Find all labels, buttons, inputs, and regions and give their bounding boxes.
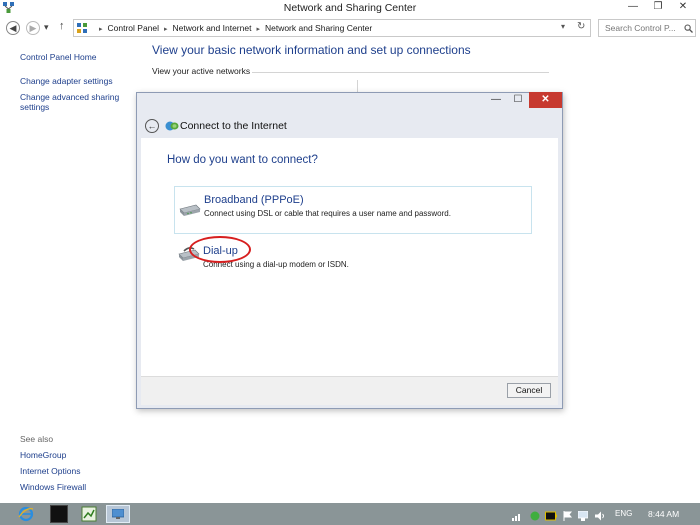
control-panel-home-link[interactable]: Control Panel Home — [20, 52, 97, 62]
dialog-close-button[interactable]: ✕ — [529, 92, 562, 108]
taskbar: ENG 8:44 AM — [0, 503, 700, 525]
internet-options-link[interactable]: Internet Options — [20, 466, 80, 476]
breadcrumb: ▸ Control Panel ▸ Network and Internet ▸ Netw… — [94, 23, 372, 33]
control-panel-icon — [112, 509, 124, 519]
globe-icon — [165, 121, 179, 131]
back-icon[interactable]: ◀ — [6, 21, 20, 35]
breadcrumb-separator: ▸ — [164, 26, 168, 33]
battery-icon[interactable] — [545, 511, 557, 521]
address-field[interactable]: ▸ Control Panel ▸ Network and Internet ▸ Netw… — [73, 19, 591, 37]
change-advanced-sharing-link[interactable]: Change advanced sharing settings — [20, 92, 132, 112]
control-panel-taskbar-button[interactable] — [106, 505, 130, 523]
action-center-icon[interactable] — [530, 511, 540, 521]
see-also-heading: See also — [20, 434, 54, 444]
breadcrumb-control-panel[interactable]: Control Panel — [108, 23, 160, 33]
flag-icon[interactable] — [563, 511, 573, 521]
change-adapter-settings-link[interactable]: Change adapter settings — [20, 76, 113, 86]
spreadsheet-icon[interactable] — [80, 505, 98, 523]
restore-button[interactable]: ❐ — [646, 0, 670, 16]
breadcrumb-network-sharing-center[interactable]: Network and Sharing Center — [265, 23, 372, 33]
highlight-annotation — [189, 236, 251, 263]
ie-icon[interactable] — [17, 505, 35, 523]
dialog-footer: Cancel — [141, 376, 558, 405]
window-title: Network and Sharing Center — [283, 2, 417, 14]
active-networks-heading: View your active networks — [152, 66, 251, 76]
address-dropdown-icon[interactable]: ▾ — [561, 22, 565, 31]
up-icon[interactable]: ↑ — [59, 20, 65, 32]
page-title: View your basic network information and … — [152, 43, 471, 57]
modem-icon — [179, 204, 201, 216]
title-bar: Network and Sharing Center — ❐ ✕ — [0, 0, 700, 17]
signal-icon[interactable] — [512, 511, 522, 521]
broadband-option-description: Connect using DSL or cable that requires… — [204, 209, 451, 218]
network-tray-icon[interactable] — [578, 511, 588, 521]
dialog-question: How do you want to connect? — [167, 154, 318, 166]
language-indicator[interactable]: ENG — [615, 509, 632, 518]
search-placeholder: Search Control P... — [605, 23, 676, 33]
forward-icon[interactable]: ▶ — [26, 21, 40, 35]
broadband-option-title: Broadband (PPPoE) — [204, 194, 304, 206]
homegroup-link[interactable]: HomeGroup — [20, 450, 66, 460]
recent-dropdown-icon[interactable]: ▾ — [44, 22, 49, 33]
section-divider — [252, 72, 549, 73]
breadcrumb-network-and-internet[interactable]: Network and Internet — [173, 23, 252, 33]
volume-icon[interactable] — [595, 511, 605, 521]
address-toolbar: ◀ ▶ ▾ ↑ ▸ Control Panel ▸ Network and Inter… — [0, 18, 700, 39]
breadcrumb-separator: ▸ — [99, 26, 103, 33]
close-button[interactable]: ✕ — [671, 0, 695, 16]
search-icon[interactable] — [684, 24, 693, 33]
dialog-minimize-button[interactable]: — — [487, 93, 505, 108]
breadcrumb-separator: ▸ — [256, 26, 260, 33]
dialog-title: Connect to the Internet — [180, 120, 287, 132]
search-input[interactable]: Search Control P... — [598, 19, 696, 37]
cmd-icon[interactable] — [50, 505, 68, 523]
refresh-icon[interactable]: ↻ — [577, 21, 585, 32]
dialog-back-icon[interactable]: ← — [145, 119, 159, 133]
windows-firewall-link[interactable]: Windows Firewall — [20, 482, 86, 492]
minimize-button[interactable]: — — [621, 0, 645, 16]
cancel-button[interactable]: Cancel — [507, 383, 551, 398]
dialog-maximize-button[interactable]: ☐ — [509, 93, 527, 108]
clock[interactable]: 8:44 AM — [648, 509, 679, 519]
control-panel-small-icon — [77, 23, 87, 33]
option-broadband[interactable]: Broadband (PPPoE) Connect using DSL or c… — [174, 186, 532, 234]
